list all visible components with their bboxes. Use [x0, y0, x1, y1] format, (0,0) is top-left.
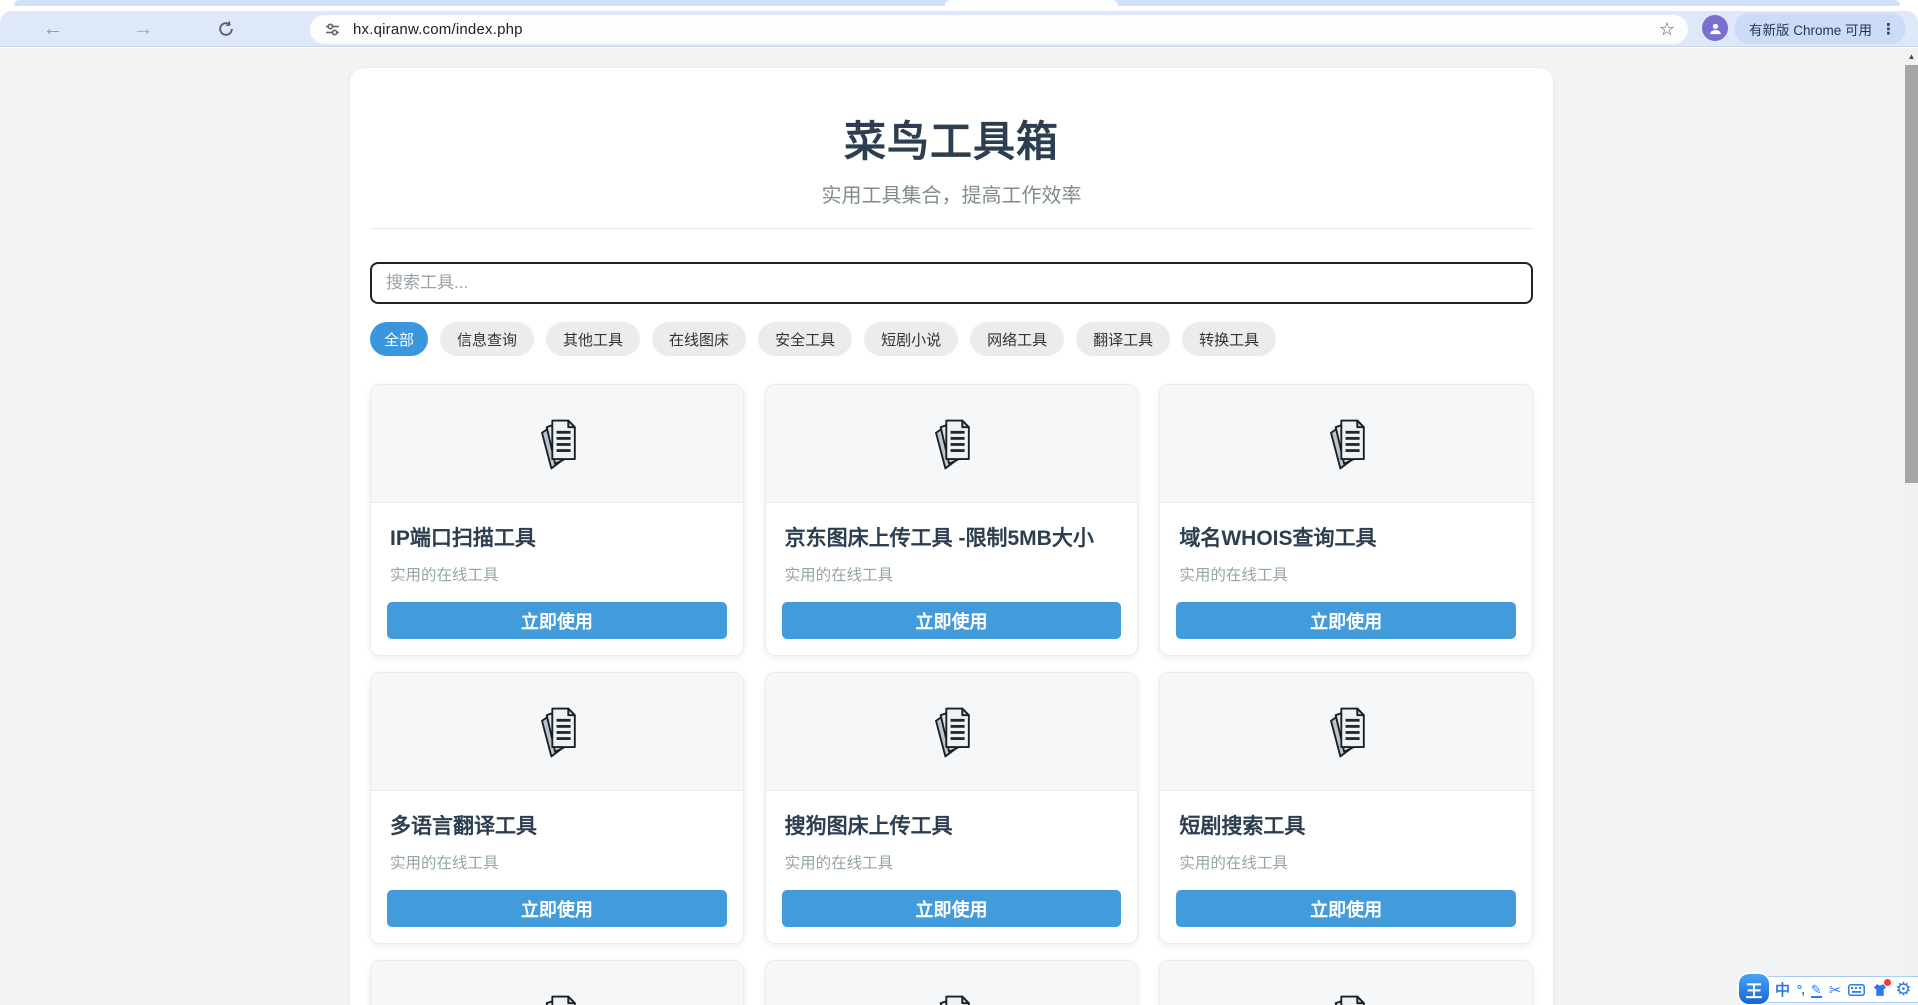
document-stack-icon	[1316, 989, 1376, 1005]
tool-card-partial	[370, 960, 744, 1005]
tool-card-partial	[1159, 960, 1533, 1005]
ime-handwriting-icon[interactable]: ✎	[1811, 982, 1822, 998]
card-description: 实用的在线工具	[1176, 851, 1516, 873]
tool-card-partial	[765, 960, 1139, 1005]
use-now-button[interactable]: 立即使用	[387, 602, 727, 639]
pen-underline	[1811, 996, 1822, 998]
filter-chip-0[interactable]: 全部	[370, 322, 428, 356]
card-body: 京东图床上传工具 -限制5MB大小 实用的在线工具 立即使用	[766, 503, 1138, 655]
card-description: 实用的在线工具	[1176, 563, 1516, 585]
site-info-icon[interactable]	[324, 21, 341, 38]
document-stack-icon	[921, 989, 981, 1005]
back-button[interactable]: ←	[38, 11, 68, 47]
card-title: 京东图床上传工具 -限制5MB大小	[782, 522, 1122, 552]
card-icon-area	[766, 673, 1138, 791]
scrollbar-up-button[interactable]: ▲	[1905, 48, 1918, 65]
use-now-button[interactable]: 立即使用	[1176, 890, 1516, 927]
scrollbar-thumb[interactable]	[1905, 65, 1918, 483]
filter-chip-4[interactable]: 安全工具	[758, 322, 852, 356]
tool-card: 短剧搜索工具 实用的在线工具 立即使用	[1159, 672, 1533, 944]
card-body: 搜狗图床上传工具 实用的在线工具 立即使用	[766, 791, 1138, 943]
card-description: 实用的在线工具	[782, 851, 1122, 873]
filter-chips-row: 全部信息查询其他工具在线图床安全工具短剧小说网络工具翻译工具转换工具	[370, 322, 1533, 356]
use-now-button[interactable]: 立即使用	[1176, 602, 1516, 639]
card-body: 多语言翻译工具 实用的在线工具 立即使用	[371, 791, 743, 943]
ime-skin-icon[interactable]	[1872, 983, 1888, 997]
card-body: 域名WHOIS查询工具 实用的在线工具 立即使用	[1160, 503, 1532, 655]
menu-dots-icon[interactable]: ⋮	[1881, 20, 1896, 38]
tools-grid: IP端口扫描工具 实用的在线工具 立即使用 京东图床上传工具 -限制5MB大小 …	[370, 384, 1533, 1005]
use-now-button[interactable]: 立即使用	[782, 602, 1122, 639]
use-now-button[interactable]: 立即使用	[387, 890, 727, 927]
tool-card: 域名WHOIS查询工具 实用的在线工具 立即使用	[1159, 384, 1533, 656]
card-title: 域名WHOIS查询工具	[1176, 522, 1516, 552]
card-icon-area	[766, 961, 1138, 1005]
card-icon-area	[766, 385, 1138, 503]
card-description: 实用的在线工具	[387, 851, 727, 873]
ime-screenshot-icon[interactable]: ✂	[1829, 981, 1842, 999]
card-title: 多语言翻译工具	[387, 810, 727, 840]
document-stack-icon	[1316, 701, 1376, 763]
url-text[interactable]: hx.qiranw.com/index.php	[353, 21, 523, 38]
document-stack-icon	[527, 701, 587, 763]
bookmark-star-icon[interactable]: ☆	[1659, 19, 1675, 40]
card-description: 实用的在线工具	[387, 563, 727, 585]
filter-chip-3[interactable]: 在线图床	[652, 322, 746, 356]
tool-card: IP端口扫描工具 实用的在线工具 立即使用	[370, 384, 744, 656]
header-divider	[370, 228, 1533, 229]
document-stack-icon	[921, 701, 981, 763]
browser-toolbar: ← → hx.qiranw.com/index.php ☆	[0, 11, 1918, 47]
card-icon-area	[1160, 961, 1532, 1005]
card-title: 搜狗图床上传工具	[782, 810, 1122, 840]
chrome-update-label: 有新版 Chrome 可用	[1749, 19, 1872, 39]
ime-toolbar: 王 中 °, ✎ ✂	[1752, 976, 1918, 1003]
forward-button[interactable]: →	[128, 11, 158, 47]
ime-punctuation-icon[interactable]: °,	[1797, 982, 1804, 997]
document-stack-icon	[921, 413, 981, 475]
card-icon-area	[1160, 385, 1532, 503]
card-icon-area	[371, 385, 743, 503]
ime-settings-gear-icon[interactable]: ⚙	[1895, 979, 1911, 1000]
browser-tab-strip	[0, 0, 1918, 11]
scrollbar[interactable]: ▲	[1905, 48, 1918, 1005]
document-stack-icon	[1316, 413, 1376, 475]
card-body: 短剧搜索工具 实用的在线工具 立即使用	[1160, 791, 1532, 943]
ime-keyboard-icon[interactable]	[1848, 984, 1865, 996]
notification-dot	[1884, 979, 1891, 986]
chrome-update-button[interactable]: 有新版 Chrome 可用 ⋮	[1734, 13, 1906, 44]
card-title: 短剧搜索工具	[1176, 810, 1516, 840]
tool-card: 京东图床上传工具 -限制5MB大小 实用的在线工具 立即使用	[765, 384, 1139, 656]
ime-logo-icon[interactable]: 王	[1739, 974, 1769, 1004]
document-stack-icon	[527, 413, 587, 475]
filter-chip-8[interactable]: 转换工具	[1182, 322, 1276, 356]
page-title: 菜鸟工具箱	[370, 108, 1533, 169]
active-tab[interactable]	[945, 0, 1118, 6]
search-input[interactable]	[370, 262, 1533, 304]
ime-chinese-mode-icon[interactable]: 中	[1775, 979, 1790, 1000]
content-panel: 菜鸟工具箱 实用工具集合，提高工作效率 全部信息查询其他工具在线图床安全工具短剧…	[350, 68, 1553, 1005]
document-stack-icon	[527, 989, 587, 1005]
card-icon-area	[371, 673, 743, 791]
url-bar[interactable]: hx.qiranw.com/index.php ☆	[310, 15, 1688, 44]
filter-chip-2[interactable]: 其他工具	[546, 322, 640, 356]
card-body: IP端口扫描工具 实用的在线工具 立即使用	[371, 503, 743, 655]
filter-chip-1[interactable]: 信息查询	[440, 322, 534, 356]
page-subtitle: 实用工具集合，提高工作效率	[370, 179, 1533, 208]
card-icon-area	[1160, 673, 1532, 791]
page-viewport: 菜鸟工具箱 实用工具集合，提高工作效率 全部信息查询其他工具在线图床安全工具短剧…	[0, 48, 1918, 1005]
filter-chip-7[interactable]: 翻译工具	[1076, 322, 1170, 356]
card-title: IP端口扫描工具	[387, 522, 727, 552]
tool-card: 搜狗图床上传工具 实用的在线工具 立即使用	[765, 672, 1139, 944]
reload-button[interactable]	[216, 19, 236, 39]
use-now-button[interactable]: 立即使用	[782, 890, 1122, 927]
filter-chip-6[interactable]: 网络工具	[970, 322, 1064, 356]
tool-card: 多语言翻译工具 实用的在线工具 立即使用	[370, 672, 744, 944]
card-icon-area	[371, 961, 743, 1005]
browser-window: ← → hx.qiranw.com/index.php ☆	[0, 0, 1918, 1005]
profile-avatar[interactable]	[1702, 15, 1728, 41]
card-description: 实用的在线工具	[782, 563, 1122, 585]
person-icon	[1708, 21, 1723, 36]
filter-chip-5[interactable]: 短剧小说	[864, 322, 958, 356]
